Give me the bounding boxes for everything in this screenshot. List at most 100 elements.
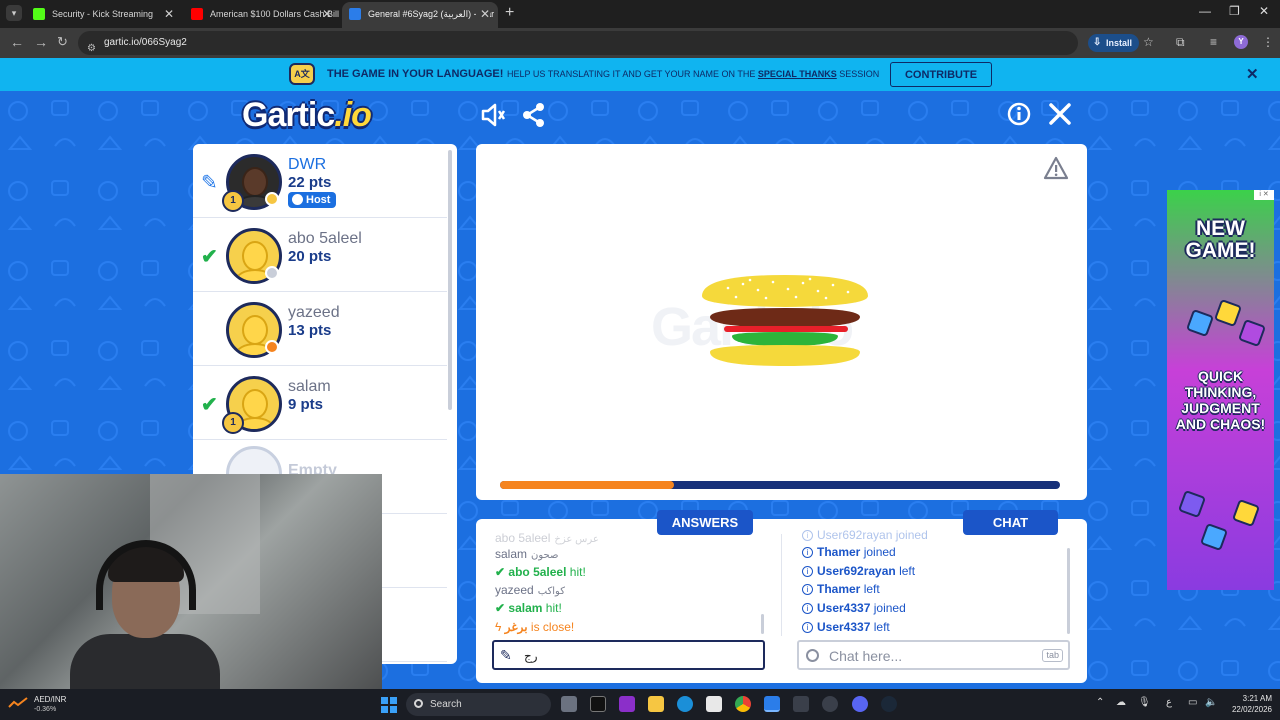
logo-main: Gartic [242, 96, 335, 134]
taskbar-clock[interactable]: 3:21 AM 22/02/2026 [1220, 693, 1272, 715]
close-tab-icon[interactable]: ✕ [475, 2, 490, 26]
special-thanks-link[interactable]: SPECIAL THANKS [758, 69, 837, 79]
browser-tab-kick[interactable]: Security - Kick Streaming ✕ [26, 2, 182, 28]
share-icon[interactable] [522, 102, 546, 133]
player-row[interactable]: ✎ 1 DWR 22 pts Host [193, 144, 447, 218]
contribute-button[interactable]: CONTRIBUTE [890, 62, 992, 87]
taskbar-search[interactable]: Search [406, 693, 551, 716]
message-author: User692rayan [817, 528, 893, 542]
app-icon[interactable] [793, 696, 809, 712]
gartic-taskbar-icon[interactable] [764, 696, 780, 712]
network-icon[interactable]: ▭ [1188, 697, 1197, 708]
close-tab-icon[interactable]: ✕ [322, 2, 332, 26]
reload-icon[interactable]: ↻ [57, 34, 68, 50]
restore-button[interactable]: ❐ [1229, 4, 1240, 18]
minimize-button[interactable]: — [1199, 4, 1211, 18]
profile-avatar[interactable]: Y [1234, 35, 1248, 49]
player-row[interactable]: ✔ abo 5aleel 20 pts [193, 218, 447, 292]
edge-browser-icon[interactable] [677, 696, 693, 712]
discord-icon[interactable] [852, 696, 868, 712]
banner-text-after: SESSION [839, 69, 880, 79]
microphone-icon[interactable]: 🎙 [1138, 697, 1151, 708]
tab-title: Security - Kick Streaming [52, 9, 154, 19]
avatar-face [242, 167, 268, 197]
install-icon: ⇩ [1093, 37, 1102, 48]
ad-choices-icon[interactable]: i ✕ [1254, 190, 1274, 200]
player-points: 20 pts [288, 248, 332, 265]
report-warning-icon[interactable] [1043, 156, 1069, 185]
message-author: Thamer [817, 582, 861, 596]
reading-list-icon[interactable]: ≡ [1210, 35, 1217, 49]
player-row[interactable]: ✔ 1 salam 9 pts [193, 366, 447, 440]
ad-gem-icon [1213, 298, 1243, 328]
banner-close-icon[interactable]: ✕ [1246, 65, 1259, 83]
close-tab-icon[interactable]: ✕ [164, 2, 174, 26]
volume-icon[interactable]: 🔈 [1205, 697, 1217, 708]
message-text: كواكب [537, 586, 565, 597]
answers-header: ANSWERS [657, 510, 753, 535]
ad-gem-icon [1177, 489, 1207, 519]
hit-check-icon: ✔ [495, 601, 506, 615]
address-bar[interactable]: ⚙ gartic.io/066Syag2 [78, 31, 1078, 55]
chrome-icon[interactable] [735, 696, 751, 712]
browser-tab-youtube[interactable]: American $100 Dollars Cash Bill ✕ [184, 2, 340, 28]
answers-scrollbar[interactable] [761, 614, 764, 634]
close-window-button[interactable]: ✕ [1259, 4, 1269, 18]
advertisement-banner[interactable]: NEW GAME! QUICK THINKING, JUDGMENT AND C… [1167, 190, 1274, 590]
bookmark-star-icon[interactable]: ☆ [1143, 35, 1154, 49]
sound-off-icon[interactable] [480, 102, 506, 133]
browser-tab-gartic[interactable]: General #6Syag2 (العربية) - Gar ✕ [342, 2, 498, 28]
streamer-torso [70, 634, 220, 690]
player-name: abo 5aleel [288, 230, 362, 247]
gartic-favicon-icon [349, 8, 361, 20]
status-dot [265, 266, 279, 280]
exit-game-icon[interactable] [1048, 102, 1072, 131]
url-text: gartic.io/066Syag2 [104, 37, 187, 48]
info-icon[interactable] [1007, 102, 1031, 131]
store-icon[interactable] [706, 696, 722, 712]
guessed-check-icon: ✔ [201, 394, 218, 416]
stock-ticker-icon[interactable] [8, 696, 28, 710]
tab-title: American $100 Dollars Cash Bill [210, 9, 340, 19]
banner-text-before: HELP US TRANSLATING IT AND GET YOUR NAME… [507, 69, 756, 79]
status-dot [265, 192, 279, 206]
app-icon[interactable] [619, 696, 635, 712]
message-text: عرس عزخ [554, 534, 599, 545]
file-explorer-icon[interactable] [648, 696, 664, 712]
install-app-button[interactable]: ⇩ Install [1088, 34, 1140, 52]
chat-message: i User692rayan joined [802, 528, 928, 542]
answer-input[interactable]: ✎ رج [492, 640, 765, 670]
chat-message: i User4337 left [802, 620, 890, 634]
app-icon[interactable] [822, 696, 838, 712]
ad-gem-icon [1231, 498, 1261, 528]
language-indicator[interactable]: ع [1166, 697, 1172, 708]
steam-icon[interactable] [881, 696, 897, 712]
browser-menu-icon[interactable]: ⋮ [1262, 35, 1274, 49]
task-view-icon[interactable] [561, 696, 577, 712]
message-text: is close! [530, 620, 575, 634]
app-icon[interactable] [590, 696, 606, 712]
chat-scrollbar[interactable] [1067, 548, 1070, 634]
message-text: joined [873, 601, 906, 615]
browser-tab-strip: ▾ Security - Kick Streaming ✕ American $… [0, 0, 1280, 28]
back-icon[interactable]: ← [10, 34, 24, 50]
tab-search-menu-icon[interactable]: ▾ [6, 5, 22, 21]
webcam-overlay [0, 474, 382, 690]
taskbar-search-label: Search [430, 699, 462, 710]
players-scrollbar[interactable] [448, 150, 452, 410]
player-row[interactable]: yazeed 13 pts [193, 292, 447, 366]
message-author: User692rayan [817, 564, 896, 578]
chat-input[interactable] [829, 647, 1029, 665]
tray-app-icon[interactable]: ☁ [1116, 697, 1126, 708]
forward-icon[interactable]: → [34, 34, 48, 50]
info-icon: i [802, 547, 813, 558]
round-timer-bar [500, 481, 1060, 489]
extensions-icon[interactable]: ⧉ [1176, 35, 1185, 50]
message-author: abo 5aleel [495, 531, 551, 545]
message-text: left [863, 582, 880, 596]
chat-input-field[interactable]: tab [797, 640, 1070, 670]
message-author: salam [495, 547, 528, 561]
windows-start-icon[interactable] [381, 697, 397, 713]
new-tab-button[interactable]: + [505, 4, 514, 22]
tray-chevron-icon[interactable]: ⌃ [1096, 697, 1104, 708]
